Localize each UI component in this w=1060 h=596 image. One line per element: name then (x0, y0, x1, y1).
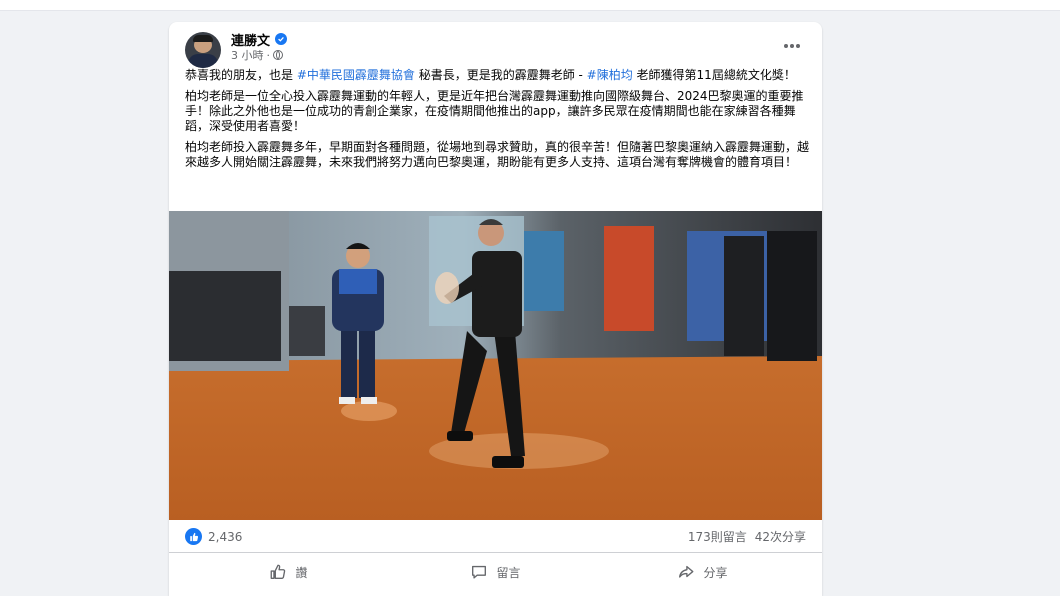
post-text-segment: 恭喜我的朋友，也是 (185, 68, 297, 82)
engagement-counts: 173則留言 42次分享 (688, 528, 806, 545)
graffiti-panel (524, 231, 564, 311)
equipment-rack (169, 271, 281, 361)
top-bar (0, 0, 1060, 11)
comment-icon (472, 565, 487, 579)
post-actions: 讚 留言 分享 (185, 556, 806, 588)
hashtag-link[interactable]: #陳柏均 (587, 68, 633, 82)
more-dot (790, 44, 794, 48)
post-text-segment: 柏均老師是一位全心投入霹靂舞運動的年輕人，更是近年把台灣霹靂舞運動推向國際級舞台… (185, 89, 804, 133)
thumbs-up-icon (271, 564, 286, 579)
share-icon (679, 565, 694, 578)
speaker (767, 231, 817, 361)
meta-separator: · (266, 48, 271, 62)
like-label: 讚 (295, 565, 308, 580)
trash-bin (289, 306, 325, 356)
likes-summary[interactable]: 2,436 (185, 528, 242, 545)
like-reaction-icon (185, 528, 202, 545)
more-dot (784, 44, 788, 48)
post-text-segment: 老師獲得第11屆總統文化獎！ (632, 68, 796, 82)
author-row: 連勝文 (231, 30, 288, 49)
likes-count: 2,436 (208, 529, 243, 544)
more-options-icon[interactable] (778, 36, 806, 56)
share-button[interactable]: 分享 (599, 556, 806, 588)
post-card: 連勝文 3 小時 · 恭喜我的朋友，也是 #中華民國霹靂舞協會 秘書長，更是我的… (169, 22, 822, 596)
post-text-segment: 秘書長，更是我的霹靂舞老師 - (414, 68, 587, 82)
graffiti-panel (604, 226, 654, 331)
post-paragraph: 恭喜我的朋友，也是 #中華民國霹靂舞協會 秘書長，更是我的霹靂舞老師 - #陳柏… (185, 68, 810, 83)
post-text-segment: 柏均老師投入霹靂舞多年，早期面對各種問題，從場地到尋求贊助，真的很辛苦！但隨著巴… (185, 140, 810, 169)
post-paragraph: 柏均老師投入霹靂舞多年，早期面對各種問題，從場地到尋求贊助，真的很辛苦！但隨著巴… (185, 140, 810, 170)
avatar-shirt (188, 54, 218, 68)
globe-icon (273, 50, 283, 60)
post-paragraph: 柏均老師是一位全心投入霹靂舞運動的年輕人，更是近年把台灣霹靂舞運動推向國際級舞台… (185, 89, 810, 134)
more-dot (796, 44, 800, 48)
avatar-hair (193, 35, 213, 42)
post-text: 恭喜我的朋友，也是 #中華民國霹靂舞協會 秘書長，更是我的霹靂舞老師 - #陳柏… (185, 68, 810, 176)
comment-label: 留言 (496, 565, 521, 580)
post-meta: 3 小時 · (231, 48, 283, 62)
author-avatar[interactable] (185, 32, 221, 68)
video-frame (169, 211, 822, 520)
verified-badge-icon (275, 33, 288, 45)
post-timestamp[interactable]: 3 小時 (231, 47, 264, 63)
author-name[interactable]: 連勝文 (231, 30, 270, 49)
like-button[interactable]: 讚 (185, 556, 392, 588)
hashtag-link[interactable]: #中華民國霹靂舞協會 (297, 68, 415, 82)
reaction-stats: 2,436 173則留言 42次分享 (169, 520, 822, 553)
shares-count[interactable]: 42次分享 (755, 528, 806, 545)
share-label: 分享 (703, 565, 728, 580)
comment-button[interactable]: 留言 (392, 556, 599, 588)
post-video[interactable] (169, 211, 822, 520)
speaker (724, 236, 764, 356)
comments-count[interactable]: 173則留言 (688, 528, 747, 545)
